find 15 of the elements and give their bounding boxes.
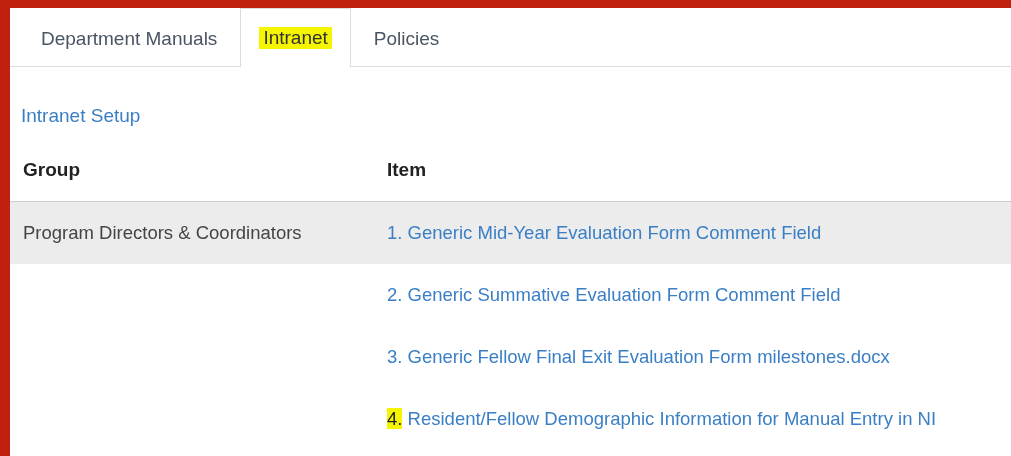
tab[interactable]: Department Manuals	[18, 9, 241, 67]
table-row[interactable]: Program Directors & Coordinators 1. Generic Mid-Year Evaluation Form Comment Field	[10, 202, 1011, 264]
column-header: Group	[23, 159, 81, 181]
table-row[interactable]: 3. Generic Fellow Final Exit Evaluation Form milestones.docx	[10, 326, 1011, 388]
item-link[interactable]: 2. Generic Summative Evaluation Form Comment Field	[387, 284, 1011, 306]
table-row[interactable]: 2. Generic Summative Evaluation Form Comment Field	[10, 264, 1011, 326]
setup-link[interactable]: Intranet Setup	[21, 105, 141, 127]
column-header: Item	[387, 159, 428, 181]
item-link[interactable]: 1. Generic Mid-Year Evaluation Form Comment Field	[387, 222, 1011, 244]
tab[interactable]: Intranet	[240, 8, 351, 67]
tab[interactable]: Policies	[350, 9, 463, 67]
table-row[interactable]: 4. Resident/Fellow Demographic Information for Manual Entry in NI	[10, 388, 1011, 450]
item-link[interactable]: 4. Resident/Fellow Demographic Information for Manual Entry in NI	[387, 408, 1011, 430]
table-cell: Program Directors & Coordinators	[23, 222, 302, 243]
item-link[interactable]: 3. Generic Fellow Final Exit Evaluation Form milestones.docx	[387, 346, 1011, 368]
